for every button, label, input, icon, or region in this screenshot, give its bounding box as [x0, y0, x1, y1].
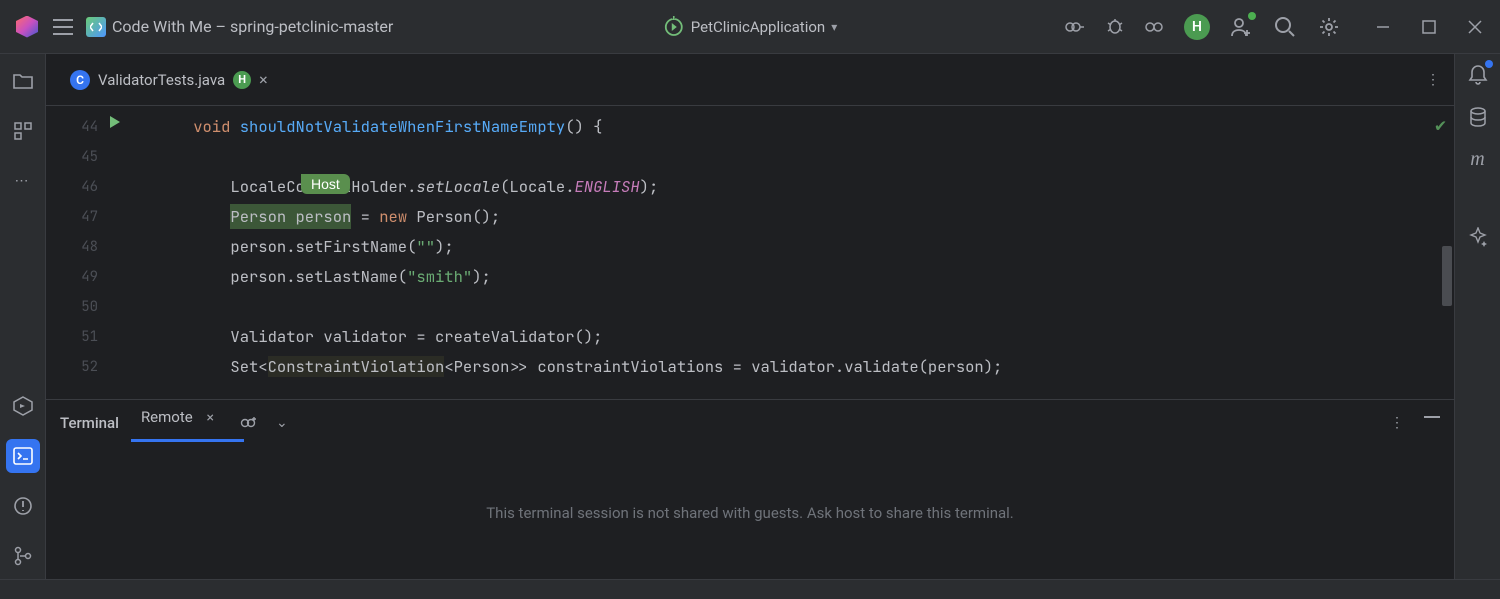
- run-test-gutter-icon[interactable]: [110, 116, 120, 128]
- terminal-body: This terminal session is not shared with…: [46, 446, 1454, 579]
- code-line[interactable]: [156, 142, 1430, 172]
- right-tool-strip: m: [1454, 54, 1500, 599]
- services-tool-icon[interactable]: [6, 389, 40, 423]
- tab-more-icon[interactable]: ⋮: [1426, 72, 1440, 88]
- settings-gear-icon[interactable]: [1316, 14, 1342, 40]
- terminal-dropdown-icon[interactable]: ⌄: [276, 415, 288, 431]
- terminal-new-session-icon[interactable]: [240, 415, 258, 431]
- project-title: Code With Me – spring-petclinic-master: [112, 17, 393, 36]
- run-debug-icon-1[interactable]: [1064, 18, 1086, 36]
- run-icon: [663, 16, 685, 38]
- code-line[interactable]: person.setLastName("smith");: [156, 262, 1430, 292]
- ai-assistant-icon[interactable]: [1465, 224, 1491, 250]
- invite-user-icon[interactable]: [1228, 14, 1254, 40]
- notifications-icon[interactable]: [1465, 62, 1491, 88]
- run-config-selector[interactable]: PetClinicApplication ▾: [663, 16, 837, 38]
- line-number: 50: [46, 292, 110, 322]
- line-number: 44: [46, 112, 110, 142]
- vcs-tool-icon[interactable]: [6, 539, 40, 573]
- run-config-name: PetClinicApplication: [691, 18, 825, 36]
- run-debug-icon-2[interactable]: [1104, 18, 1126, 36]
- terminal-tab-label: Remote: [141, 408, 193, 426]
- editor-scrollbar[interactable]: [1440, 106, 1454, 399]
- code-line[interactable]: Set<ConstraintViolation<Person>> constra…: [156, 352, 1430, 382]
- code-area[interactable]: void shouldNotValidateWhenFirstNameEmpty…: [156, 106, 1430, 399]
- line-number: 47: [46, 202, 110, 232]
- terminal-title[interactable]: Terminal: [60, 414, 119, 432]
- code-line[interactable]: [156, 292, 1430, 322]
- java-class-icon: C: [70, 70, 90, 90]
- window-close-icon[interactable]: [1462, 14, 1488, 40]
- database-tool-icon[interactable]: [1465, 104, 1491, 130]
- code-with-me-icon: [86, 17, 106, 37]
- code-line[interactable]: Validator validator = createValidator();: [156, 322, 1430, 352]
- terminal-hide-icon[interactable]: [1424, 415, 1440, 431]
- problems-tool-icon[interactable]: [6, 489, 40, 523]
- terminal-tab-close-icon[interactable]: ×: [206, 410, 213, 426]
- top-bar: Code With Me – spring-petclinic-master P…: [0, 0, 1500, 54]
- line-number: 52: [46, 352, 110, 382]
- terminal-empty-message: This terminal session is not shared with…: [486, 504, 1014, 522]
- window-minimize-icon[interactable]: [1370, 14, 1396, 40]
- terminal-panel: Terminal Remote × ⌄ ⋮ This terminal sess…: [46, 399, 1454, 579]
- structure-tool-icon[interactable]: [6, 114, 40, 148]
- window-maximize-icon[interactable]: [1416, 14, 1442, 40]
- notification-dot: [1485, 60, 1493, 68]
- chevron-down-icon: ▾: [831, 20, 837, 34]
- line-number: 46: [46, 172, 110, 202]
- status-bar: [0, 579, 1500, 599]
- editor-tab[interactable]: C ValidatorTests.java H ×: [60, 54, 278, 105]
- maven-tool-icon[interactable]: m: [1465, 146, 1491, 172]
- terminal-header: Terminal Remote × ⌄ ⋮: [46, 400, 1454, 446]
- code-line[interactable]: void shouldNotValidateWhenFirstNameEmpty…: [156, 112, 1430, 142]
- terminal-tool-icon[interactable]: [6, 439, 40, 473]
- terminal-tab-remote[interactable]: Remote ×: [137, 408, 218, 438]
- code-line[interactable]: Person person = new Person();: [156, 202, 1430, 232]
- main-menu-button[interactable]: [50, 14, 76, 40]
- app-logo[interactable]: [10, 10, 44, 44]
- line-number: 48: [46, 232, 110, 262]
- line-number: 45: [46, 142, 110, 172]
- run-debug-icon-3[interactable]: [1144, 18, 1166, 36]
- line-gutter: 444546474849505152: [46, 106, 110, 399]
- terminal-more-icon[interactable]: ⋮: [1390, 415, 1404, 431]
- scrollbar-thumb[interactable]: [1442, 246, 1452, 306]
- project-tool-icon[interactable]: [6, 64, 40, 98]
- code-editor[interactable]: ✔ 444546474849505152 void shouldNotValid…: [46, 106, 1454, 399]
- line-number: 49: [46, 262, 110, 292]
- top-toolbar-right: H: [1064, 14, 1488, 40]
- left-tool-strip: ⋯: [0, 54, 46, 599]
- tab-filename: ValidatorTests.java: [98, 71, 225, 89]
- code-line[interactable]: person.setFirstName("");: [156, 232, 1430, 262]
- host-modified-badge: H: [233, 71, 251, 89]
- presence-indicator-dot: [1248, 12, 1256, 20]
- more-tools-icon[interactable]: ⋯: [6, 164, 40, 198]
- host-presence-label: Host: [301, 174, 350, 194]
- user-avatar[interactable]: H: [1184, 14, 1210, 40]
- editor-tabs: C ValidatorTests.java H × ⋮: [46, 54, 1454, 106]
- search-icon[interactable]: [1272, 14, 1298, 40]
- line-number: 51: [46, 322, 110, 352]
- tab-close-icon[interactable]: ×: [259, 70, 268, 89]
